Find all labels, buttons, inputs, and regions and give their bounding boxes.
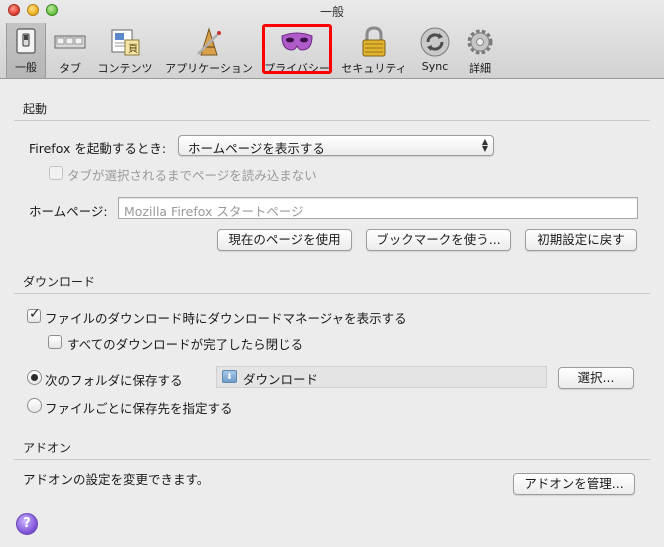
manage-addons-button[interactable]: アドオンを管理... <box>513 473 635 495</box>
checkmark-icon: ✓ <box>29 306 41 322</box>
save-to-folder-radio[interactable] <box>27 370 42 385</box>
homepage-placeholder: Mozilla Firefox スタートページ <box>124 204 304 219</box>
general-switch-icon <box>16 28 36 54</box>
tab-security-label: セキュリティ <box>341 62 407 75</box>
show-download-manager-checkbox[interactable]: ✓ <box>27 306 41 323</box>
when-starts-popup[interactable]: ホームページを表示する ▲ ▼ <box>178 135 494 156</box>
radio-selected-dot <box>31 374 38 381</box>
download-folder-field: ⬇ ダウンロード <box>216 366 547 388</box>
tab-applications[interactable]: アプリケーション <box>162 24 256 78</box>
tab-sync-label: Sync <box>421 60 449 73</box>
privacy-highlight-box <box>262 24 332 74</box>
svg-text:頁: 頁 <box>128 43 138 55</box>
tab-general[interactable]: 一般 <box>6 23 46 78</box>
use-bookmark-button[interactable]: ブックマークを使う... <box>366 229 511 251</box>
addons-separator <box>14 459 650 460</box>
tab-tabs[interactable]: タブ <box>50 24 90 78</box>
close-when-done-checkbox[interactable] <box>48 335 62 349</box>
dont-load-tabs-label: タブが選択されるまでページを読み込まない <box>67 168 317 183</box>
tab-advanced[interactable]: 詳細 <box>460 24 500 78</box>
show-download-manager-label: ファイルのダウンロード時にダウンロードマネージャを表示する <box>45 311 407 326</box>
help-button[interactable]: ? <box>16 513 38 535</box>
security-lock-icon <box>362 26 386 57</box>
popup-arrows-icon: ▲ ▼ <box>481 137 488 153</box>
when-starts-label: Firefox を起動するとき: <box>29 141 167 156</box>
downloads-heading: ダウンロード <box>23 275 96 289</box>
restore-default-button[interactable]: 初期設定に戻す <box>525 229 637 251</box>
downloads-separator <box>14 293 650 294</box>
when-starts-value: ホームページを表示する <box>188 141 325 156</box>
always-ask-label: ファイルごとに保存先を指定する <box>45 401 233 416</box>
window-title: 一般 <box>319 5 344 19</box>
startup-heading: 起動 <box>23 102 48 116</box>
tab-content[interactable]: 頁 コンテンツ <box>94 24 156 78</box>
folder-icon: ⬇ <box>222 370 237 383</box>
tab-general-label: 一般 <box>15 61 37 74</box>
toolbar: 一般 一般 タブ 頁 コンテンツ アプリケーション プライバシー セキュリティ … <box>0 0 664 79</box>
tab-applications-label: アプリケーション <box>165 62 253 75</box>
homepage-field[interactable]: Mozilla Firefox スタートページ <box>118 197 638 219</box>
tab-content-label: コンテンツ <box>97 62 153 75</box>
tab-sync[interactable]: Sync <box>416 24 454 78</box>
tabs-icon <box>54 35 86 49</box>
tab-security[interactable]: セキュリティ <box>338 24 410 78</box>
sync-icon <box>420 27 450 57</box>
content-icon: 頁 <box>111 29 140 56</box>
preferences-window: 一般 一般 タブ 頁 コンテンツ アプリケーション プライバシー セキュリティ … <box>0 0 664 547</box>
use-current-page-button[interactable]: 現在のページを使用 <box>217 229 352 251</box>
addons-heading: アドオン <box>23 441 72 455</box>
addons-description: アドオンの設定を変更できます。 <box>23 472 210 487</box>
download-folder-name: ダウンロード <box>243 372 319 387</box>
close-when-done-label: すべてのダウンロードが完了したら閉じる <box>67 337 304 352</box>
tab-tabs-label: タブ <box>59 62 81 75</box>
save-to-folder-label: 次のフォルダに保存する <box>45 373 183 388</box>
dont-load-tabs-checkbox[interactable] <box>49 166 63 180</box>
always-ask-radio[interactable] <box>27 398 42 413</box>
applications-icon <box>197 27 221 56</box>
choose-folder-button[interactable]: 選択... <box>558 367 634 389</box>
tab-advanced-label: 詳細 <box>469 62 491 75</box>
homepage-label: ホームページ: <box>29 204 108 219</box>
advanced-gear-icon <box>467 29 493 55</box>
startup-separator <box>14 120 650 121</box>
